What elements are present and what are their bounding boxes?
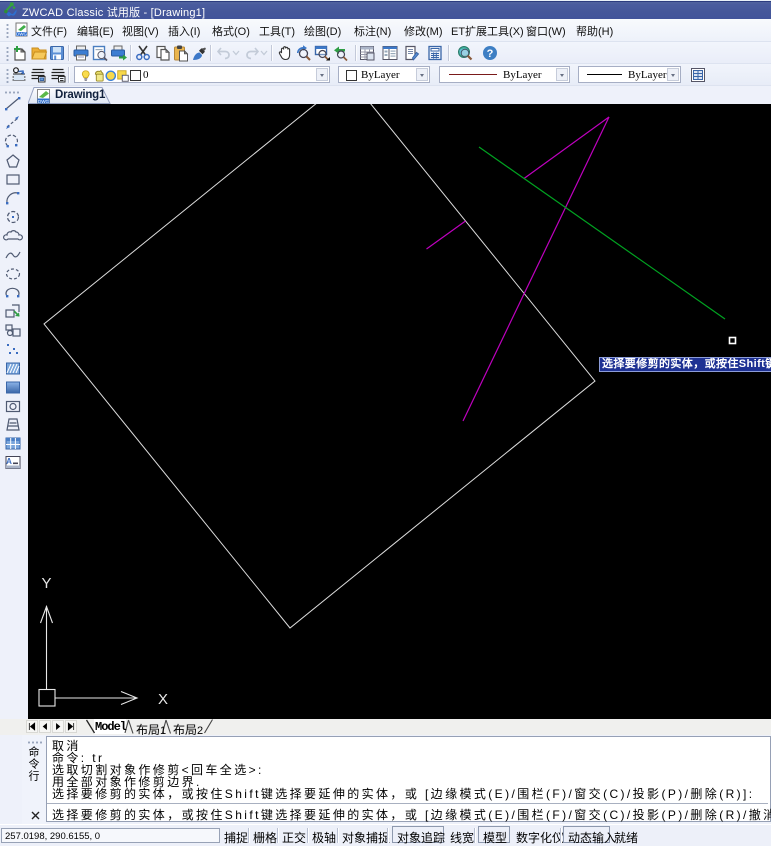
svg-text:DWG: DWG — [16, 32, 27, 37]
svg-text:Y: Y — [41, 575, 51, 592]
svg-text:X: X — [158, 691, 168, 708]
svg-text:A: A — [6, 457, 12, 466]
svg-text:?: ? — [487, 48, 494, 60]
